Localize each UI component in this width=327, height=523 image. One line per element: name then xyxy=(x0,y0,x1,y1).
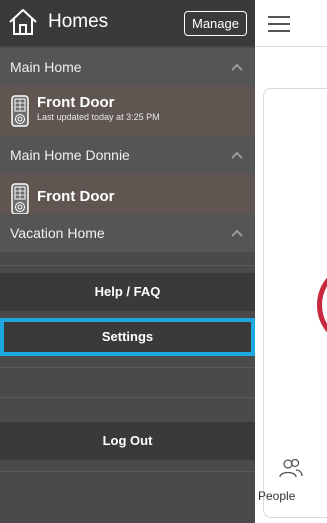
keypad-lock-icon xyxy=(11,183,29,215)
chevron-up-icon xyxy=(231,229,243,237)
home-group-main-home[interactable]: Main Home xyxy=(0,48,255,86)
keypad-lock-icon xyxy=(11,95,29,127)
chevron-up-icon xyxy=(231,63,243,71)
menu-divider xyxy=(0,265,255,266)
main-content: People xyxy=(255,0,327,523)
side-menu: Homes Manage Main Home Front Door Last u… xyxy=(0,0,255,523)
lock-last-updated: Last updated today at 3:25 PM xyxy=(37,112,160,122)
menu-divider xyxy=(0,367,255,368)
home-icon xyxy=(9,9,37,35)
lock-item-main-home-front-door[interactable]: Front Door Last updated today at 3:25 PM xyxy=(0,86,255,136)
app-screen: Homes Manage Main Home Front Door Last u… xyxy=(0,0,327,523)
chevron-up-icon xyxy=(231,151,243,159)
settings-button[interactable]: Settings xyxy=(0,318,255,356)
side-menu-header: Homes Manage xyxy=(0,0,255,46)
people-icon[interactable] xyxy=(279,458,303,478)
people-tab-label[interactable]: People xyxy=(258,489,295,503)
side-menu-title: Homes xyxy=(48,11,109,32)
manage-button[interactable]: Manage xyxy=(184,11,247,36)
home-group-label: Main Home Donnie xyxy=(10,147,130,163)
lock-status-ring[interactable] xyxy=(315,265,327,345)
header-divider xyxy=(255,46,327,47)
lock-name: Front Door xyxy=(37,94,115,111)
menu-divider xyxy=(0,397,255,398)
hamburger-icon[interactable] xyxy=(268,16,290,32)
home-group-label: Main Home xyxy=(10,59,82,75)
home-group-main-home-donnie[interactable]: Main Home Donnie xyxy=(0,136,255,174)
menu-divider xyxy=(0,471,255,472)
lock-name: Front Door xyxy=(37,188,115,205)
help-faq-button[interactable]: Help / FAQ xyxy=(0,273,255,311)
log-out-button[interactable]: Log Out xyxy=(0,422,255,460)
home-group-label: Vacation Home xyxy=(10,225,105,241)
home-group-vacation-home[interactable]: Vacation Home xyxy=(0,214,255,252)
